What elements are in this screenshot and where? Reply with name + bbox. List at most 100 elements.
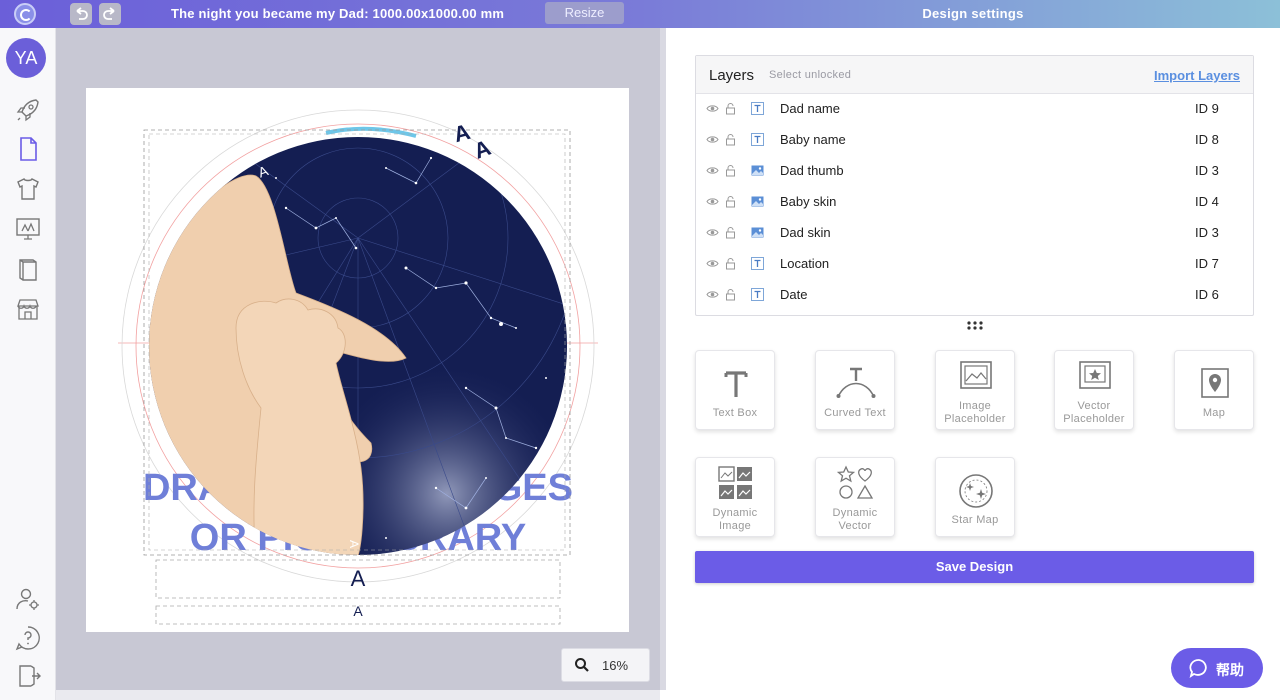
eye-icon[interactable]: [706, 257, 719, 270]
eye-icon[interactable]: [706, 133, 719, 146]
tool-label-line2: Placeholder: [1063, 413, 1125, 425]
tool-label: Curved Text: [824, 407, 886, 419]
store-icon[interactable]: [14, 295, 42, 323]
artboard[interactable]: DRAG & DROP IMAGES OR PICK LIBRARY: [86, 88, 629, 632]
rocket-icon[interactable]: [14, 96, 42, 124]
date-glyph: A: [470, 135, 494, 164]
lock-icon[interactable]: [724, 133, 737, 146]
image-layer-icon: [751, 226, 764, 239]
text-icon: [716, 365, 756, 403]
tool-star-map[interactable]: Star Map: [935, 457, 1015, 537]
lock-icon[interactable]: [724, 288, 737, 301]
drag-handle-icon[interactable]: [966, 320, 984, 332]
layer-id: ID 3: [1195, 163, 1219, 178]
left-sidebar: YA: [0, 28, 56, 700]
lock-icon[interactable]: [724, 226, 737, 239]
undo-icon: [76, 7, 88, 20]
tool-curved-text[interactable]: Curved Text: [815, 350, 895, 430]
eye-icon[interactable]: [706, 102, 719, 115]
layer-id: ID 6: [1195, 287, 1219, 302]
image-layer-icon: [751, 164, 764, 177]
help-label: 帮助: [1216, 663, 1244, 679]
tool-image-placeholder[interactable]: Image Placeholder: [935, 350, 1015, 430]
lock-icon[interactable]: [724, 102, 737, 115]
design-settings-title: Design settings: [922, 6, 1024, 21]
layer-name: Dad thumb: [780, 163, 844, 178]
tool-label: Vector: [1077, 400, 1111, 412]
tshirt-icon[interactable]: [14, 175, 42, 203]
tool-label: Image: [958, 400, 992, 412]
vector-placeholder-icon: [1075, 358, 1115, 396]
layers-title: Layers: [709, 67, 755, 84]
layer-name: Baby skin: [780, 194, 837, 209]
redo-button[interactable]: [99, 3, 121, 25]
lock-icon[interactable]: [724, 164, 737, 177]
tool-dynamic-vector[interactable]: Dynamic Vector: [815, 457, 895, 537]
layer-row[interactable]: Location ID 7: [696, 249, 1253, 280]
design-preview: DRAG & DROP IMAGES OR PICK LIBRARY: [118, 109, 598, 625]
help-icon[interactable]: [14, 624, 42, 652]
layer-row[interactable]: Dad thumb ID 3: [696, 156, 1253, 187]
layer-name: Dad name: [780, 101, 840, 116]
book-icon[interactable]: [14, 255, 42, 283]
image-layer-icon: [751, 195, 764, 208]
tool-text[interactable]: Text Box: [695, 350, 775, 430]
curved-text-icon: [836, 365, 876, 403]
eye-icon[interactable]: [706, 195, 719, 208]
tool-label: Text Box: [712, 407, 758, 419]
map-pin-icon: [1195, 365, 1235, 403]
import-layers-link[interactable]: Import Layers: [1154, 68, 1240, 83]
monitor-icon[interactable]: [14, 215, 42, 243]
design-title: The night you became my Dad: 1000.00x100…: [171, 6, 505, 21]
select-unlocked-link[interactable]: Select unlocked: [769, 69, 851, 81]
star-map-icon: [956, 472, 996, 510]
document-icon[interactable]: [14, 135, 42, 163]
layer-row[interactable]: Dad name ID 9: [696, 94, 1253, 125]
zoom-control[interactable]: 16%: [561, 648, 650, 682]
layer-row[interactable]: Dad skin ID 3: [696, 218, 1253, 249]
layers-panel: Layers Select unlocked Import Layers Dad…: [695, 55, 1254, 316]
tool-label-line2: Placeholder: [944, 413, 1006, 425]
user-settings-icon[interactable]: [14, 585, 42, 613]
app-logo-icon[interactable]: [14, 3, 36, 25]
layer-id: ID 3: [1195, 225, 1219, 240]
lock-icon[interactable]: [724, 195, 737, 208]
tool-dynamic-image[interactable]: Dynamic Image: [695, 457, 775, 537]
location-glyph: A: [451, 119, 473, 147]
text-layer-icon: [751, 257, 764, 270]
dad-name-glyph: A: [351, 566, 366, 591]
layer-row[interactable]: Baby skin ID 4: [696, 187, 1253, 218]
dynamic-vector-icon: [836, 465, 876, 503]
tool-vector-placeholder[interactable]: Vector Placeholder: [1054, 350, 1134, 430]
layer-row[interactable]: Baby name ID 8: [696, 125, 1253, 156]
tool-label-line2: Image: [718, 520, 752, 532]
undo-button[interactable]: [70, 3, 92, 25]
layer-id: ID 8: [1195, 132, 1219, 147]
resize-button[interactable]: Resize: [545, 2, 624, 24]
text-layer-icon: [751, 133, 764, 146]
top-bar: The night you became my Dad: 1000.00x100…: [0, 0, 1280, 28]
layers-header: Layers Select unlocked Import Layers: [696, 56, 1253, 94]
save-design-button[interactable]: Save Design: [695, 551, 1254, 583]
tool-label: Map: [1202, 407, 1226, 419]
logout-icon[interactable]: [14, 662, 42, 690]
tool-label: Dynamic: [832, 507, 878, 519]
image-placeholder-icon: [956, 358, 996, 396]
help-chat-button[interactable]: 帮助: [1171, 648, 1263, 688]
tool-label: Dynamic: [712, 507, 758, 519]
layer-name: Dad skin: [780, 225, 831, 240]
search-icon: [575, 658, 589, 672]
avatar[interactable]: YA: [6, 38, 46, 78]
baby-name-glyph: A: [353, 603, 363, 619]
eye-icon[interactable]: [706, 164, 719, 177]
lock-icon[interactable]: [724, 257, 737, 270]
layer-id: ID 4: [1195, 194, 1219, 209]
zoom-value: 16%: [602, 658, 629, 673]
eye-icon[interactable]: [706, 226, 719, 239]
eye-icon[interactable]: [706, 288, 719, 301]
tool-map-pin[interactable]: Map: [1174, 350, 1254, 430]
canvas-scrollbar-horizontal[interactable]: [56, 690, 660, 700]
tool-label-line2: Vector: [838, 520, 872, 532]
chat-bubble-icon: [1189, 659, 1207, 678]
layer-row[interactable]: Date ID 6: [696, 280, 1253, 311]
